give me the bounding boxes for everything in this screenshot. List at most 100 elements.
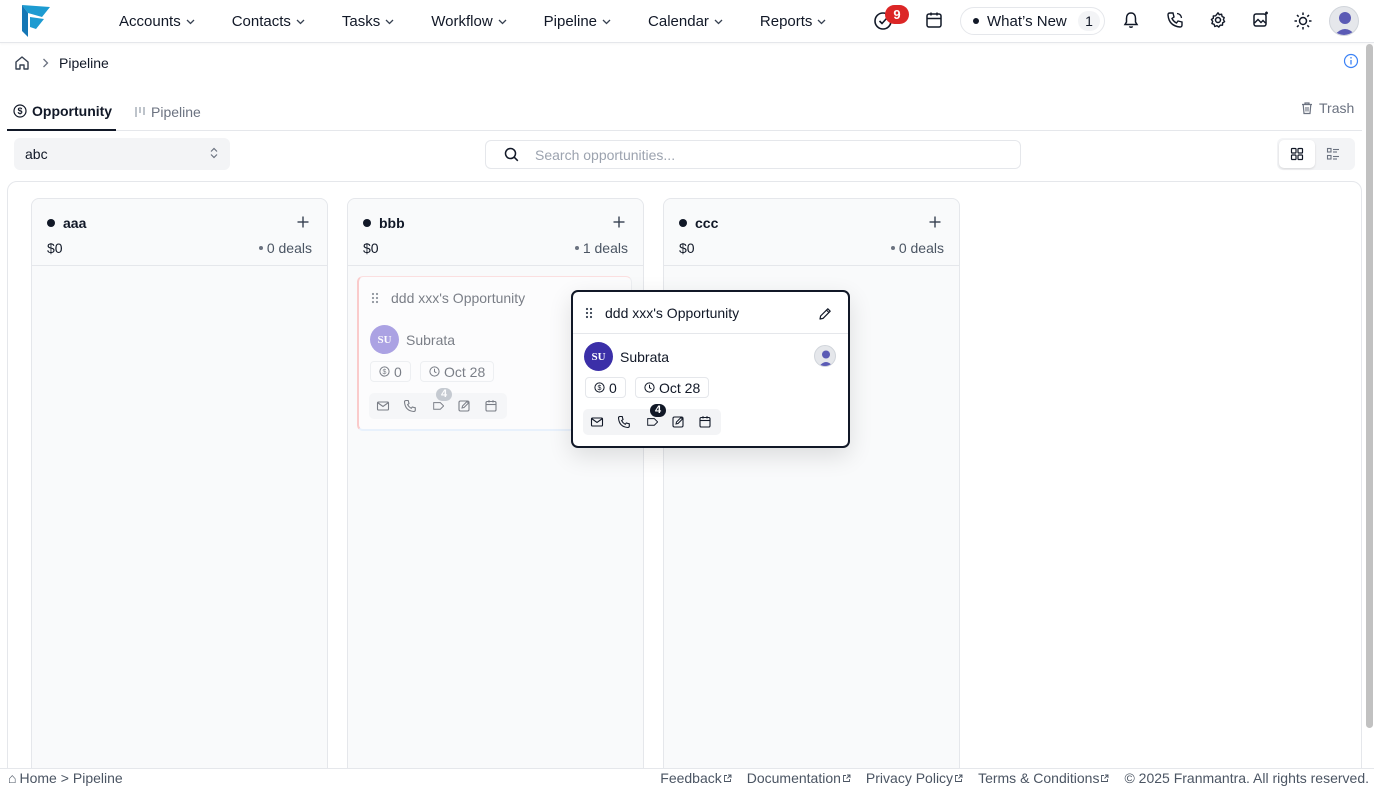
tag-icon[interactable]: 4 <box>430 388 452 413</box>
nav-accounts[interactable]: Accounts <box>119 13 195 30</box>
add-deal-button[interactable] <box>926 213 944 231</box>
tag-count-badge: 4 <box>650 404 666 417</box>
top-navbar: Accounts Contacts Tasks Workflow Pipelin… <box>0 0 1374 43</box>
svg-text:$: $ <box>17 106 22 116</box>
external-link-icon <box>1101 774 1109 782</box>
calendar-icon[interactable] <box>698 415 712 429</box>
footer-home-link[interactable]: Home > <box>19 770 68 786</box>
stage-column-ccc: ccc $0 0 deals <box>663 198 960 787</box>
tab-pipeline[interactable]: Pipeline <box>134 93 201 131</box>
nav-reports[interactable]: Reports <box>760 13 827 30</box>
nav-contacts[interactable]: Contacts <box>232 13 305 30</box>
email-icon[interactable] <box>376 399 390 413</box>
chevron-updown-icon <box>210 147 218 159</box>
user-avatar[interactable] <box>1329 6 1359 36</box>
svg-text:$: $ <box>598 385 602 392</box>
home-icon[interactable] <box>14 55 30 71</box>
page-scrollbar[interactable] <box>1366 44 1373 728</box>
search-box <box>485 140 1021 169</box>
copyright: © 2025 Franmantra. All rights reserved. <box>1124 770 1369 786</box>
note-icon[interactable] <box>671 415 685 429</box>
chevron-down-icon <box>817 19 826 25</box>
column-header: ccc $0 0 deals <box>664 199 959 266</box>
tab-opportunity[interactable]: $ Opportunity <box>7 93 116 131</box>
phone-icon[interactable] <box>617 415 631 429</box>
view-tabs: $ Opportunity Pipeline <box>7 93 1362 131</box>
documentation-link[interactable]: Documentation <box>747 770 851 786</box>
edit-pencil-icon[interactable] <box>818 307 832 321</box>
date-chip: Oct 28 <box>635 377 710 398</box>
card-title: ddd xxx's Opportunity <box>605 305 740 321</box>
column-amount: $0 <box>363 240 379 256</box>
search-input[interactable] <box>535 146 975 163</box>
grid-icon <box>1290 147 1304 161</box>
calendar-icon[interactable] <box>484 399 498 413</box>
add-deal-button[interactable] <box>294 213 312 231</box>
drag-handle-icon[interactable] <box>585 307 593 319</box>
column-deal-count: 0 deals <box>890 240 944 256</box>
date-chip: Oct 28 <box>420 361 495 382</box>
column-title: ccc <box>695 215 719 231</box>
value-chip: $ 0 <box>370 361 411 382</box>
feedback-link[interactable]: Feedback <box>660 770 732 786</box>
phone-icon[interactable] <box>403 399 417 413</box>
card-actions: 4 <box>369 388 507 419</box>
nav-calendar[interactable]: Calendar <box>648 13 723 30</box>
drag-handle-icon <box>371 292 379 304</box>
owner-initials-avatar: SU <box>370 325 399 354</box>
note-icon[interactable] <box>457 399 471 413</box>
nav-tasks[interactable]: Tasks <box>342 13 394 30</box>
plus-icon <box>929 216 941 228</box>
view-toggle <box>1277 138 1355 170</box>
plus-icon <box>613 216 625 228</box>
list-view-button[interactable] <box>1315 140 1351 168</box>
gear-icon[interactable] <box>1209 11 1229 31</box>
chevron-down-icon <box>385 19 394 25</box>
phone-icon[interactable] <box>1166 11 1186 31</box>
sun-icon[interactable] <box>1293 11 1313 31</box>
column-header: aaa $0 0 deals <box>32 199 327 266</box>
pipeline-select[interactable]: abc <box>14 138 230 170</box>
card-owner: SU Subrata <box>370 325 455 354</box>
terms-link[interactable]: Terms & Conditions <box>978 770 1109 786</box>
email-icon[interactable] <box>590 415 604 429</box>
bell-icon[interactable] <box>1122 11 1142 31</box>
breadcrumb-separator <box>42 58 49 68</box>
privacy-policy-link[interactable]: Privacy Policy <box>866 770 963 786</box>
kanban-icon <box>135 107 145 117</box>
external-link-icon <box>842 774 851 782</box>
chevron-down-icon <box>602 19 611 25</box>
franmantra-logo[interactable] <box>20 3 52 37</box>
whats-new-button[interactable]: What’s New 1 <box>960 7 1105 35</box>
tag-icon[interactable]: 4 <box>644 404 666 429</box>
opportunity-card-dragging[interactable]: ddd xxx's Opportunity SU Subrata $ 0 Oct… <box>571 290 850 448</box>
owner-initials-avatar: SU <box>584 342 613 371</box>
trash-button[interactable]: Trash <box>1300 100 1354 116</box>
chevron-down-icon <box>714 19 723 25</box>
assignee-avatar[interactable] <box>814 345 836 367</box>
whats-new-count: 1 <box>1078 11 1100 31</box>
nav-workflow[interactable]: Workflow <box>431 13 507 30</box>
plus-icon <box>297 216 309 228</box>
card-header: ddd xxx's Opportunity <box>573 292 848 334</box>
external-link-icon <box>955 774 963 782</box>
footer-links: Feedback Documentation Privacy Policy Te… <box>660 770 1369 786</box>
stage-dot <box>679 219 687 227</box>
footer-breadcrumb: ⌂ Home > Pipeline <box>8 770 123 786</box>
column-deal-count: 0 deals <box>258 240 312 256</box>
nav-pipeline[interactable]: Pipeline <box>544 13 611 30</box>
image-settings-icon[interactable] <box>1252 11 1272 31</box>
main-nav: Accounts Contacts Tasks Workflow Pipelin… <box>119 0 863 42</box>
grid-view-button[interactable] <box>1279 140 1315 168</box>
external-link-icon <box>723 774 732 782</box>
add-deal-button[interactable] <box>610 213 628 231</box>
home-icon[interactable]: ⌂ <box>8 770 16 786</box>
column-deal-count: 1 deals <box>574 240 628 256</box>
column-title: bbb <box>379 215 405 231</box>
search-icon <box>504 147 519 162</box>
info-icon[interactable] <box>1343 53 1359 69</box>
footer: ⌂ Home > Pipeline Feedback Documentation… <box>0 768 1374 787</box>
card-owner: SU Subrata <box>584 342 669 371</box>
column-title: aaa <box>63 215 87 231</box>
calendar-icon[interactable] <box>925 11 945 31</box>
